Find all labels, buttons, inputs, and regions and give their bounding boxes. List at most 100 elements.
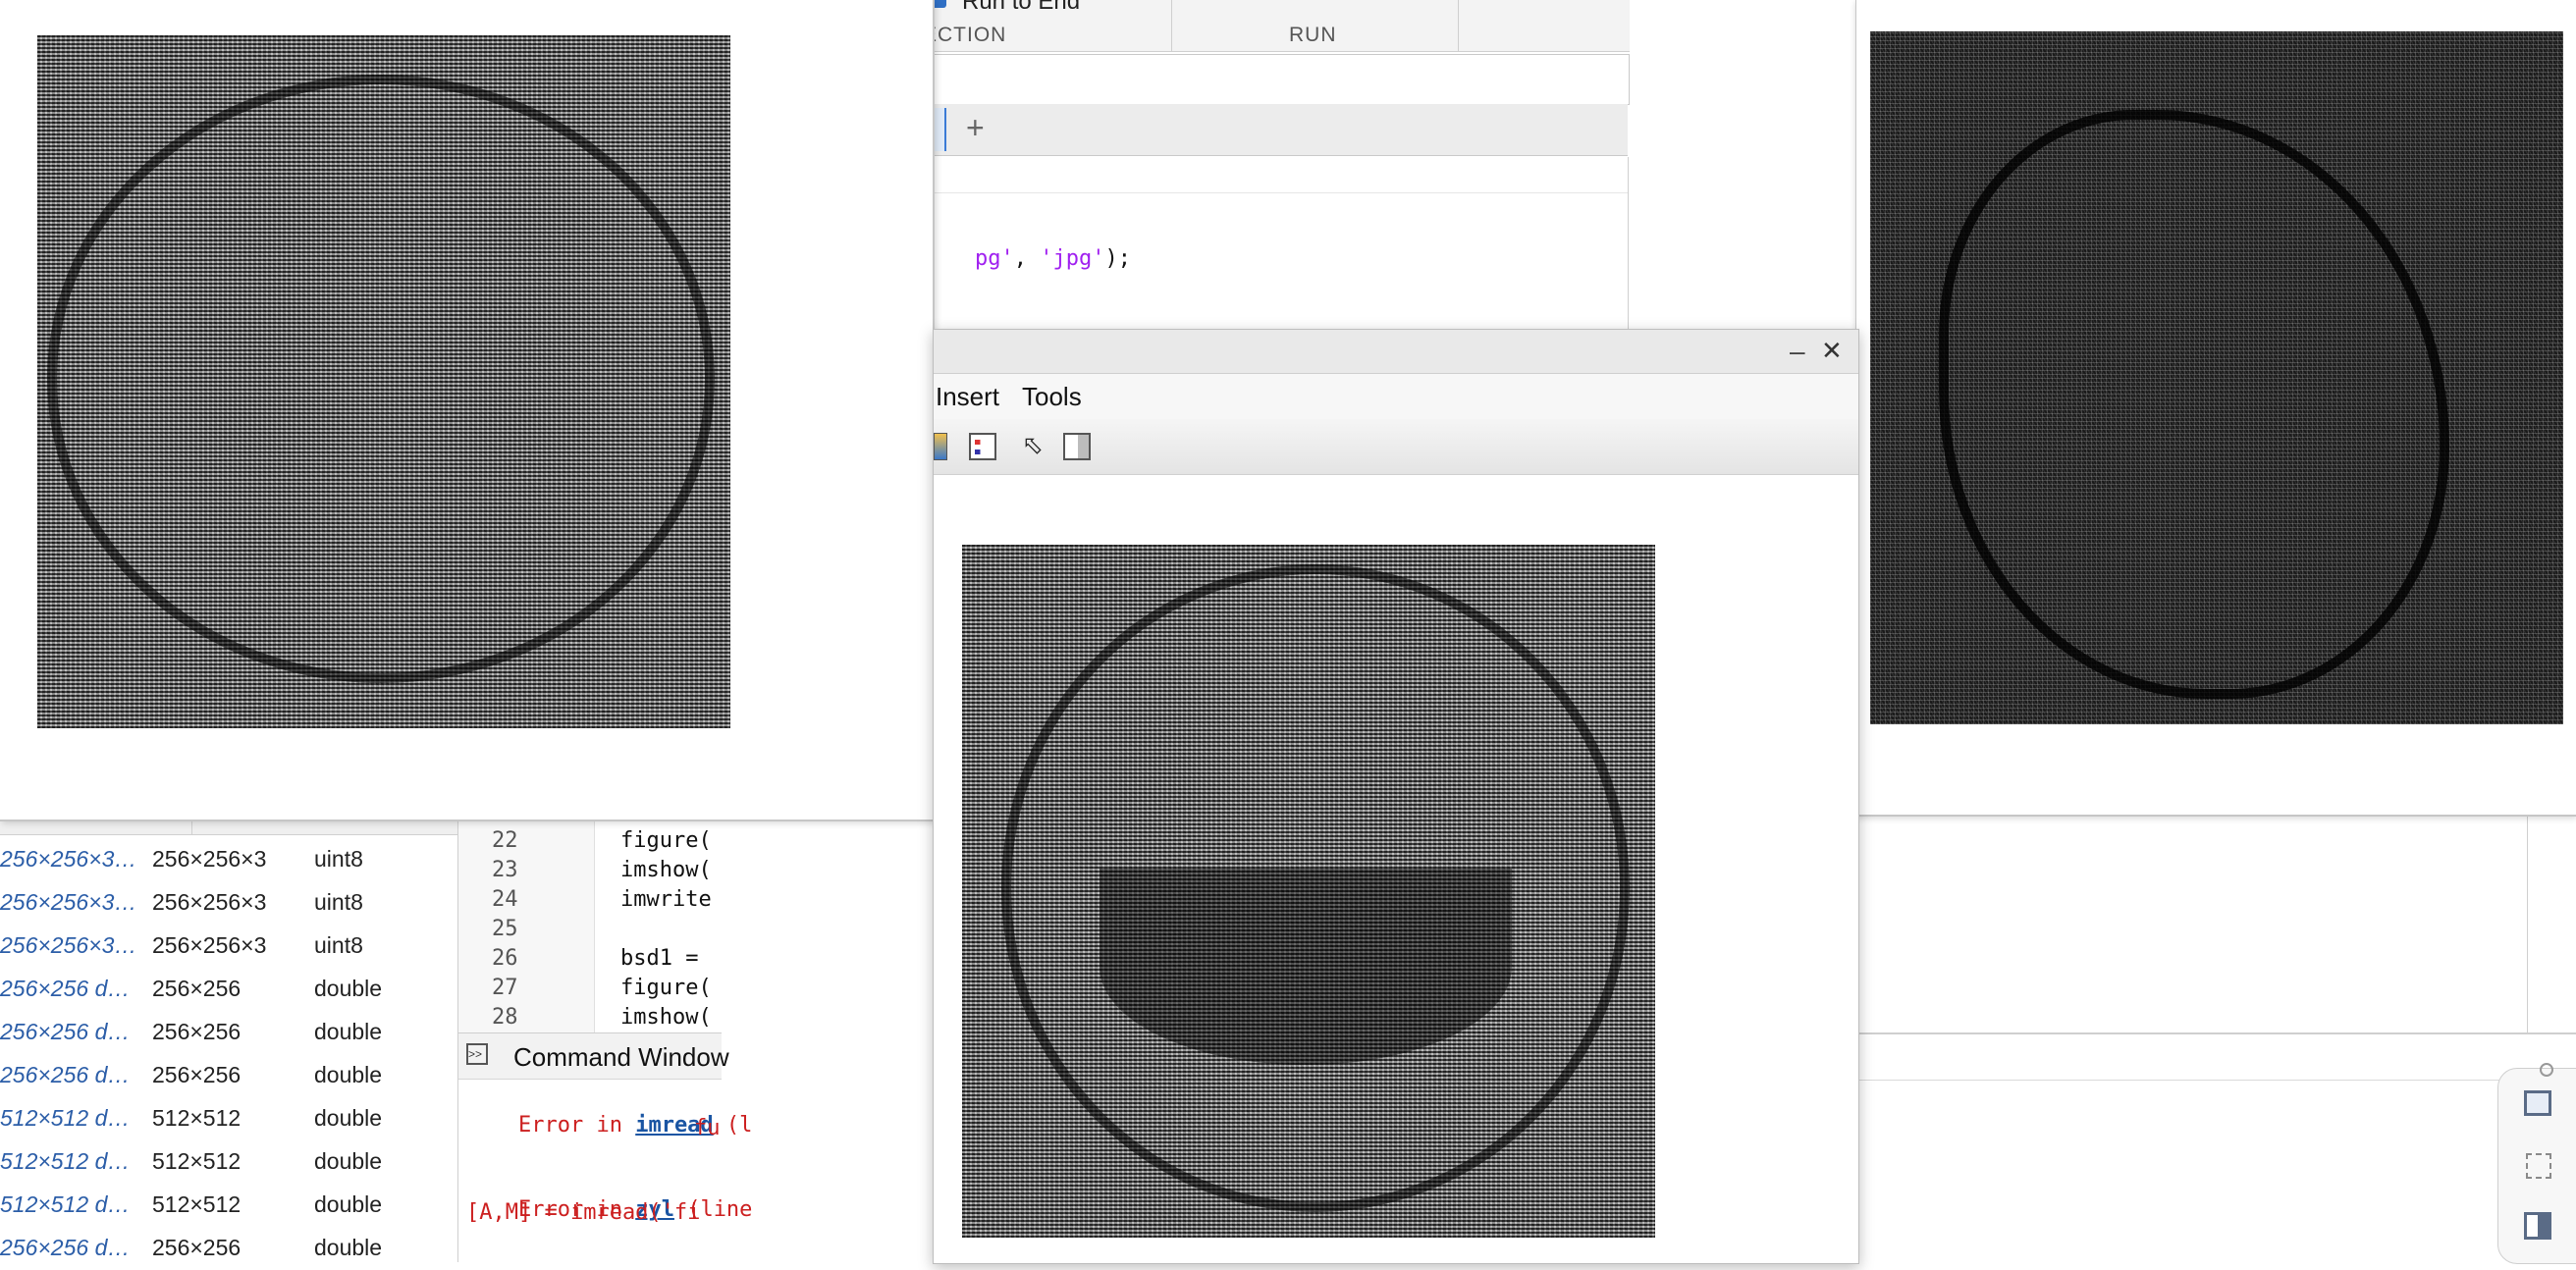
command-window-titlebar[interactable]: >> Command Window — [458, 1033, 729, 1080]
workspace-size: 256×256×3 — [152, 932, 267, 958]
editor-code-area[interactable]: pg', 'jpg'); — [923, 157, 1629, 330]
figure-outline — [1939, 110, 2449, 699]
dock-pin-icon[interactable] — [2540, 1063, 2553, 1077]
figure-window-center[interactable]: – ✕ Insert Tools ⬁ — [933, 329, 1859, 1264]
workspace-class: double — [314, 1148, 383, 1174]
workspace-row[interactable]: 256×256×3… 256×256×3 uint8 — [0, 925, 456, 968]
workspace-row[interactable]: 256×256 d… 256×256 double — [0, 1011, 456, 1054]
figure-window-left[interactable] — [0, 0, 935, 821]
workspace-size: 256×256 — [152, 1235, 242, 1260]
toolstrip: Run to End ECTION RUN — [923, 0, 1630, 52]
code-text: imwrite — [620, 887, 712, 912]
workspace-panel: 256×256×3… 256×256×3 uint8 256×256×3… 256×25… — [0, 815, 458, 1262]
editor-breadcrumb-bar — [923, 54, 1630, 105]
workspace-size: 256×256×3 — [152, 889, 267, 915]
property-inspector-icon[interactable] — [1063, 433, 1091, 460]
mouth-region — [1100, 869, 1512, 1065]
editor-tab-bar: + — [923, 104, 1628, 156]
workspace-value: 512×512 d… — [0, 1148, 131, 1174]
run-to-end-label: Run to End — [962, 0, 1081, 14]
code-text: imshow( — [620, 858, 712, 882]
error-line-1-cont: fu — [694, 1116, 721, 1140]
command-window-title: Command Window — [513, 1042, 729, 1072]
menu-insert[interactable]: Insert — [936, 382, 999, 412]
add-tab-button[interactable]: + — [966, 110, 985, 146]
figure-toolbar: ⬁ — [934, 419, 1858, 475]
workspace-class: uint8 — [314, 932, 363, 958]
line-number: 23 — [492, 858, 518, 882]
editor-divider — [923, 192, 1628, 193]
code-text: imshow( — [620, 1005, 712, 1030]
dock-layout-icon[interactable] — [2524, 1212, 2551, 1240]
editor-code-lower: 22 figure( 23 imshow( 24 imwrite 25 26 bsd1 = 27… — [458, 815, 722, 1032]
run-group-label: RUN — [1289, 24, 1337, 46]
scrambled-doraemon-image-center — [962, 545, 1655, 1238]
line-number: 22 — [492, 828, 518, 853]
minimize-to-dock-icon[interactable] — [2526, 1153, 2551, 1179]
error-line-2: Error in zyl (line — [517, 1197, 753, 1222]
workspace-row[interactable]: 512×512 d… 512×512 double — [0, 1140, 456, 1184]
code-text: bsd1 = — [620, 946, 712, 971]
workspace-value: 256×256 d… — [0, 976, 131, 1001]
workspace-value: 256×256 d… — [0, 1019, 131, 1044]
error-code-line: [A,M] = imread('fi — [466, 1200, 701, 1225]
line-number: 27 — [492, 976, 518, 1000]
scrambled-pikachu-image — [1870, 31, 2563, 724]
workspace-class: uint8 — [314, 889, 363, 915]
section-group-label: ECTION — [923, 24, 1007, 46]
legend-icon[interactable] — [969, 433, 996, 460]
workspace-row[interactable]: 256×256×3… 256×256×3 uint8 — [0, 838, 456, 881]
workspace-class: double — [314, 976, 383, 1001]
dock-toolbar — [2497, 1063, 2576, 1264]
menu-tools[interactable]: Tools — [1022, 382, 1082, 412]
command-window: >> Command Window Error in imread (l fu … — [458, 1032, 752, 1263]
workspace-size: 256×256 — [152, 976, 242, 1001]
run-to-end-button[interactable]: Run to End — [923, 0, 1168, 14]
workspace-class: double — [314, 1235, 383, 1260]
workspace-row[interactable]: 256×256 d… 256×256 double — [0, 1054, 456, 1097]
toolstrip-divider — [1171, 0, 1172, 51]
line-number: 26 — [492, 946, 518, 971]
panel-border — [2527, 815, 2528, 1034]
panel-bottom-bar — [1855, 1080, 2576, 1081]
code-text: figure( — [620, 828, 712, 853]
error-line-1: Error in imread (l — [517, 1113, 753, 1138]
workspace-value: 512×512 d… — [0, 1191, 131, 1217]
editor-gutter — [458, 815, 595, 1032]
right-panel-area — [1855, 815, 2576, 1264]
workspace-class: double — [314, 1191, 383, 1217]
workspace-value: 512×512 d… — [0, 1105, 131, 1131]
command-window-icon: >> — [466, 1043, 488, 1065]
workspace-class: double — [314, 1105, 383, 1131]
figure-titlebar[interactable]: – ✕ — [934, 330, 1858, 374]
figure-window-right[interactable] — [1855, 0, 2576, 817]
workspace-row[interactable]: 256×256 d… 256×256 double — [0, 968, 456, 1011]
workspace-row[interactable]: 512×512 d… 512×512 double — [0, 1097, 456, 1140]
workspace-class: uint8 — [314, 846, 363, 872]
scrambled-doraemon-image — [37, 35, 730, 728]
line-number: 25 — [492, 917, 518, 941]
workspace-value: 256×256×3… — [0, 932, 137, 958]
workspace-size: 256×256 — [152, 1019, 242, 1044]
workspace-size: 512×512 — [152, 1191, 242, 1217]
workspace-class: double — [314, 1019, 383, 1044]
close-button[interactable]: ✕ — [1821, 336, 1843, 366]
workspace-size: 512×512 — [152, 1148, 242, 1174]
minimize-button[interactable]: – — [1790, 336, 1805, 367]
colorbar-icon[interactable] — [934, 433, 947, 460]
workspace-row[interactable]: 256×256 d… 256×256 double — [0, 1227, 456, 1270]
pointer-icon[interactable]: ⬁ — [1022, 431, 1049, 458]
workspace-class: double — [314, 1062, 383, 1087]
cascade-windows-icon[interactable] — [2524, 1090, 2551, 1116]
toolstrip-divider — [1458, 0, 1459, 51]
workspace-value: 256×256×3… — [0, 889, 137, 915]
workspace-size: 512×512 — [152, 1105, 242, 1131]
workspace-row[interactable]: 512×512 d… 512×512 double — [0, 1184, 456, 1227]
line-number: 24 — [492, 887, 518, 912]
code-text: figure( — [620, 976, 712, 1000]
figure-menubar: Insert Tools — [934, 374, 1858, 419]
workspace-value: 256×256 d… — [0, 1235, 131, 1260]
workspace-row[interactable]: 256×256×3… 256×256×3 uint8 — [0, 881, 456, 925]
workspace-size: 256×256×3 — [152, 846, 267, 872]
workspace-size: 256×256 — [152, 1062, 242, 1087]
